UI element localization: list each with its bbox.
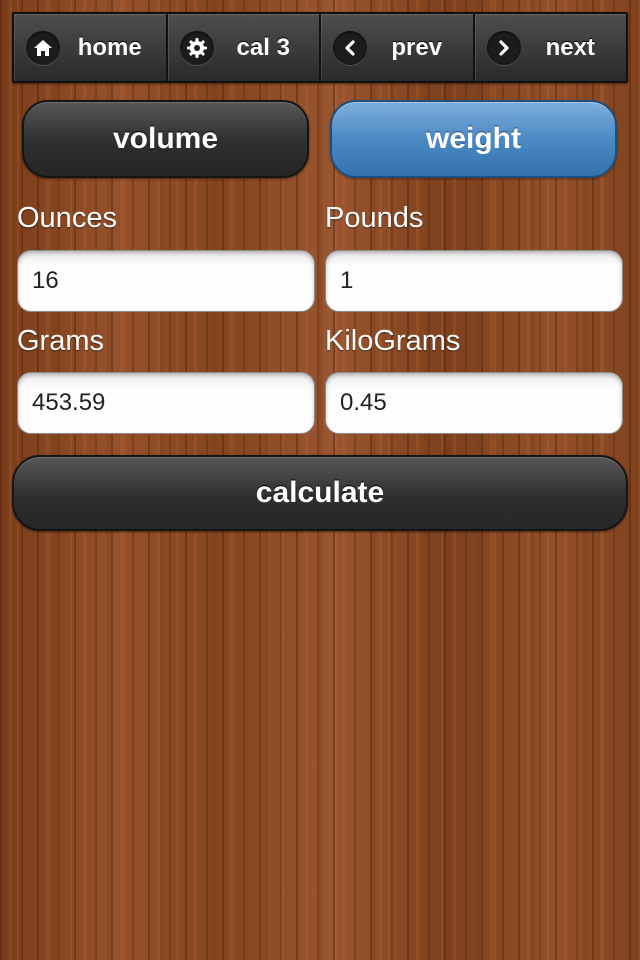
chevron-right-icon: [486, 30, 521, 65]
next-button-label: next: [545, 33, 595, 61]
pounds-label: Pounds: [325, 202, 424, 234]
prev-button[interactable]: prev: [321, 14, 475, 81]
home-button-label: home: [77, 33, 142, 61]
top-navbar: home cal 3 prev next: [12, 12, 628, 83]
chevron-left-icon: [333, 30, 367, 65]
weight-button[interactable]: weight: [330, 100, 617, 178]
home-icon: [26, 30, 60, 65]
ounces-label: Ounces: [17, 202, 117, 234]
gear-icon: [179, 30, 214, 65]
cal-3-button-label: cal 3: [236, 33, 290, 61]
volume-button[interactable]: volume: [22, 100, 309, 178]
home-button[interactable]: home: [14, 14, 168, 81]
grams-label: Grams: [17, 325, 104, 357]
next-button[interactable]: next: [475, 14, 627, 81]
prev-button-label: prev: [391, 33, 443, 61]
calculate-button[interactable]: calculate: [12, 455, 628, 531]
ounces-input[interactable]: [17, 250, 315, 312]
pounds-input[interactable]: [325, 250, 623, 312]
grams-input[interactable]: [17, 372, 315, 434]
kilograms-input[interactable]: [325, 372, 623, 434]
cal-3-button[interactable]: cal 3: [168, 14, 321, 81]
kilograms-label: KiloGrams: [325, 325, 461, 357]
